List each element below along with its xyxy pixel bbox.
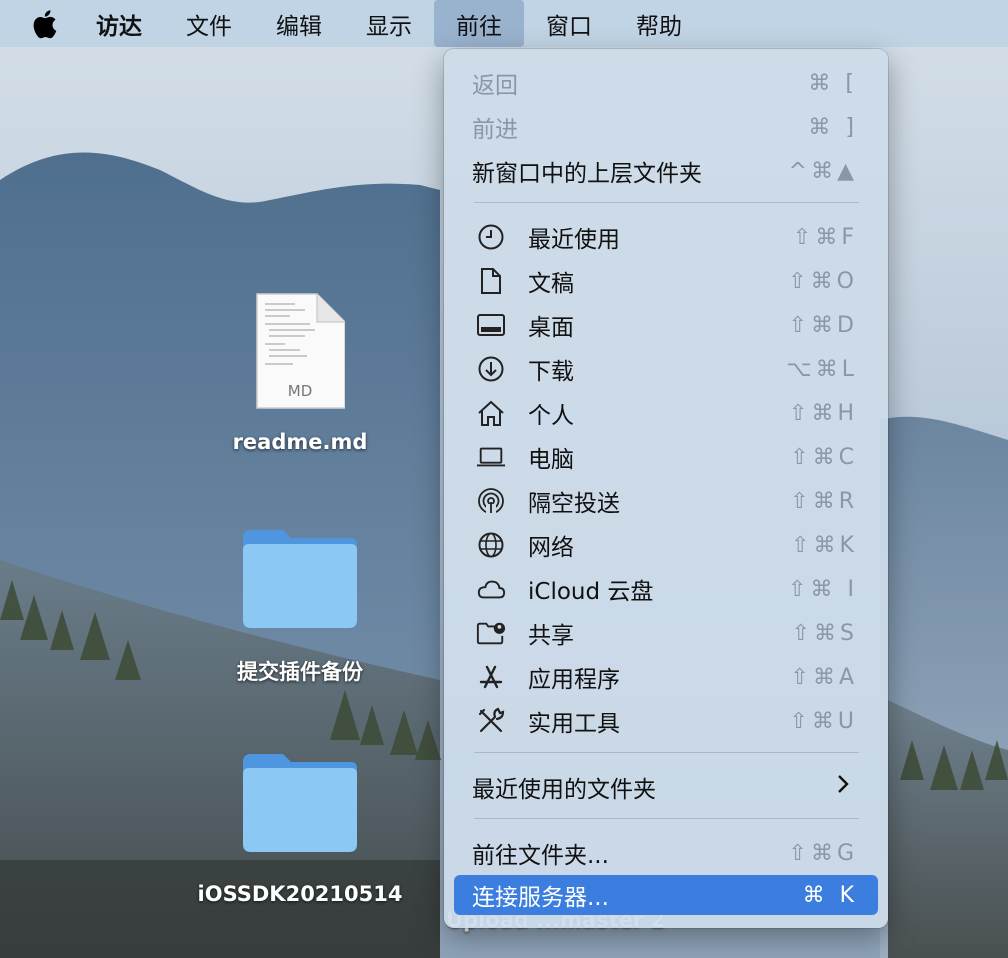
menu-item-utilities[interactable]: 实用工具 ⇧⌘U [454, 701, 878, 741]
menu-item-label: 桌面 [528, 315, 574, 341]
shortcut: ^⌘▲ [788, 158, 858, 184]
menu-separator [474, 818, 859, 819]
menu-item-label: 最近使用 [528, 227, 620, 253]
menu-item-label: 应用程序 [528, 667, 620, 693]
menu-window[interactable]: 窗口 [524, 0, 614, 47]
menu-item-enclosing-folder[interactable]: 新窗口中的上层文件夹 ^⌘▲ [454, 151, 878, 191]
shortcut: ⇧⌘F [792, 224, 858, 250]
desktop-folder-iossdk[interactable]: iOSSDK20210514 [190, 752, 410, 906]
menu-item-label: 隔空投送 [528, 491, 620, 517]
menu-item-network[interactable]: 网络 ⇧⌘K [454, 525, 878, 565]
menu-separator [474, 202, 859, 203]
menu-item-label: 文稿 [528, 271, 574, 297]
menu-item-connect-to-server[interactable]: 连接服务器... ⌘ K [454, 875, 878, 915]
home-icon [476, 399, 506, 427]
shortcut: ⇧⌘G [788, 840, 858, 866]
menu-item-applications[interactable]: 应用程序 ⇧⌘A [454, 657, 878, 697]
menu-item-downloads[interactable]: 下载 ⌥⌘L [454, 349, 878, 389]
menu-item-label: 实用工具 [528, 711, 620, 737]
shortcut: ⌘ [ [808, 70, 858, 96]
shortcut: ⌘ K [802, 882, 858, 908]
clock-icon [476, 223, 506, 251]
menu-item-label: 前往文件夹... [472, 843, 609, 869]
menu-file[interactable]: 文件 [164, 0, 254, 47]
menu-item-label: 共享 [528, 623, 574, 649]
document-icon [476, 267, 506, 295]
menu-item-icloud-drive[interactable]: iCloud 云盘 ⇧⌘ I [454, 569, 878, 609]
shortcut: ⇧⌘S [791, 620, 858, 646]
menu-item-home[interactable]: 个人 ⇧⌘H [454, 393, 878, 433]
menu-view[interactable]: 显示 [344, 0, 434, 47]
menu-item-recent-folders[interactable]: 最近使用的文件夹 [454, 767, 878, 807]
desktop-file-readme[interactable]: MD readme.md [215, 292, 385, 454]
shortcut: ⌘ ] [808, 114, 858, 140]
menu-item-label: 网络 [528, 535, 574, 561]
menu-edit[interactable]: 编辑 [254, 0, 344, 47]
menu-go[interactable]: 前往 [434, 0, 524, 47]
laptop-icon [476, 443, 506, 471]
shared-folder-icon [476, 619, 506, 647]
file-type-tag: MD [287, 382, 313, 400]
markdown-file-icon: MD [255, 292, 346, 410]
shortcut: ⇧⌘ I [788, 576, 858, 602]
shortcut: ⇧⌘D [788, 312, 858, 338]
folder-label: 提交插件备份 [237, 660, 363, 684]
globe-icon [476, 531, 506, 559]
menu-item-label: 连接服务器... [472, 885, 609, 911]
utilities-icon [476, 707, 506, 735]
menu-item-label: 电脑 [528, 447, 574, 473]
menu-item-desktop[interactable]: 桌面 ⇧⌘D [454, 305, 878, 345]
shortcut: ⇧⌘K [791, 532, 858, 558]
shortcut: ⇧⌘H [789, 400, 858, 426]
menu-item-label: iCloud 云盘 [528, 579, 654, 605]
chevron-right-icon [836, 774, 850, 800]
shortcut: ⇧⌘A [790, 664, 858, 690]
shortcut: ⇧⌘R [790, 488, 858, 514]
shortcut: ⌥⌘L [786, 356, 858, 382]
cloud-icon [476, 575, 506, 603]
menu-item-label: 新窗口中的上层文件夹 [472, 161, 702, 187]
airdrop-icon [476, 487, 506, 515]
apple-menu-icon[interactable] [30, 9, 58, 39]
menu-item-back[interactable]: 返回 ⌘ [ [454, 63, 878, 103]
menu-item-label: 最近使用的文件夹 [472, 777, 656, 803]
download-icon [476, 355, 506, 383]
shortcut: ⇧⌘O [788, 268, 858, 294]
folder-icon [243, 754, 357, 852]
menu-finder[interactable]: 访达 [82, 0, 164, 47]
menu-separator [474, 752, 859, 753]
file-label: readme.md [232, 430, 368, 454]
menu-item-label: 下载 [528, 359, 574, 385]
folder-icon [243, 530, 357, 628]
menu-item-label: 个人 [528, 403, 574, 429]
menu-item-computer[interactable]: 电脑 ⇧⌘C [454, 437, 878, 477]
shortcut: ⇧⌘C [790, 444, 858, 470]
folder-label: iOSSDK20210514 [197, 882, 403, 906]
menu-item-label: 返回 [472, 73, 518, 99]
desktop-folder-backup[interactable]: 提交插件备份 [200, 528, 400, 686]
shortcut: ⇧⌘U [789, 708, 858, 734]
menu-item-label: 前进 [472, 117, 518, 143]
menu-item-forward[interactable]: 前进 ⌘ ] [454, 107, 878, 147]
menu-item-go-to-folder[interactable]: 前往文件夹... ⇧⌘G [454, 833, 878, 873]
menu-item-recents[interactable]: 最近使用 ⇧⌘F [454, 217, 878, 257]
menu-item-shared[interactable]: 共享 ⇧⌘S [454, 613, 878, 653]
menu-help[interactable]: 帮助 [614, 0, 704, 47]
menu-item-airdrop[interactable]: 隔空投送 ⇧⌘R [454, 481, 878, 521]
desktop-icon [476, 311, 506, 339]
menu-item-documents[interactable]: 文稿 ⇧⌘O [454, 261, 878, 301]
menu-bar: 访达 文件 编辑 显示 前往 窗口 帮助 [0, 0, 1008, 47]
applications-icon [476, 663, 506, 691]
go-menu-dropdown: 返回 ⌘ [ 前进 ⌘ ] 新窗口中的上层文件夹 ^⌘▲ 最近使用 ⇧⌘F 文稿… [444, 49, 888, 928]
